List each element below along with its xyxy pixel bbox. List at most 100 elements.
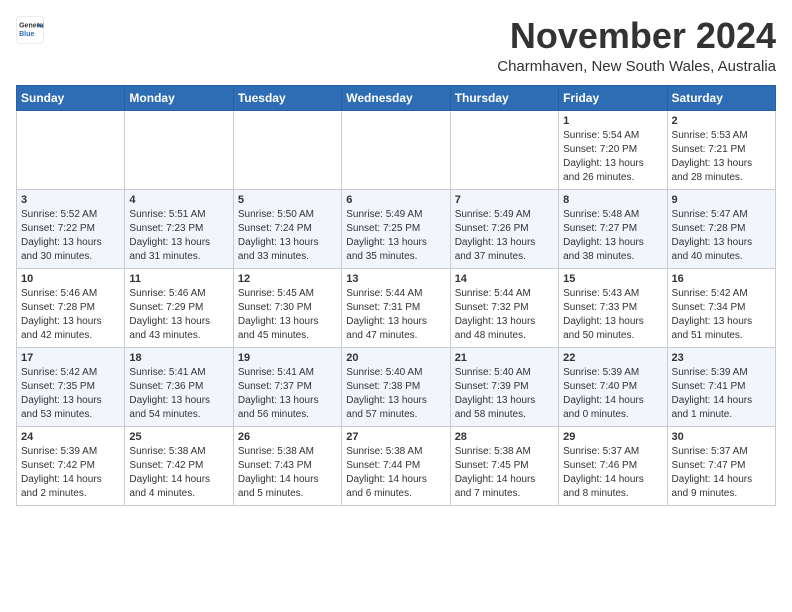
day-info: Sunrise: 5:46 AMSunset: 7:29 PMDaylight:… xyxy=(129,287,228,343)
day-number: 7 xyxy=(455,194,554,206)
day-info: Sunrise: 5:37 AMSunset: 7:47 PMDaylight:… xyxy=(672,445,771,501)
calendar-cell: 30 Sunrise: 5:37 AMSunset: 7:47 PMDayligh… xyxy=(667,426,775,505)
calendar-cell: 24 Sunrise: 5:39 AMSunset: 7:42 PMDayligh… xyxy=(17,426,125,505)
day-number: 15 xyxy=(563,273,662,285)
day-info: Sunrise: 5:41 AMSunset: 7:36 PMDaylight:… xyxy=(129,366,228,422)
page-header: General Blue November 2024 Charmhaven, N… xyxy=(16,16,776,75)
day-info: Sunrise: 5:39 AMSunset: 7:40 PMDaylight:… xyxy=(563,366,662,422)
week-row-3: 10 Sunrise: 5:46 AMSunset: 7:28 PMDayligh… xyxy=(17,268,776,347)
day-number: 26 xyxy=(238,431,337,443)
day-number: 13 xyxy=(346,273,445,285)
day-number: 9 xyxy=(672,194,771,206)
day-number: 6 xyxy=(346,194,445,206)
day-info: Sunrise: 5:38 AMSunset: 7:44 PMDaylight:… xyxy=(346,445,445,501)
day-number: 24 xyxy=(21,431,120,443)
day-number: 30 xyxy=(672,431,771,443)
day-number: 29 xyxy=(563,431,662,443)
day-info: Sunrise: 5:53 AMSunset: 7:21 PMDaylight:… xyxy=(672,129,771,185)
calendar-cell xyxy=(342,110,450,189)
calendar-cell: 4 Sunrise: 5:51 AMSunset: 7:23 PMDaylight… xyxy=(125,189,233,268)
calendar-cell xyxy=(450,110,558,189)
calendar-cell: 1 Sunrise: 5:54 AMSunset: 7:20 PMDaylight… xyxy=(559,110,667,189)
day-number: 1 xyxy=(563,115,662,127)
day-number: 5 xyxy=(238,194,337,206)
day-number: 28 xyxy=(455,431,554,443)
day-number: 3 xyxy=(21,194,120,206)
day-number: 23 xyxy=(672,352,771,364)
day-info: Sunrise: 5:42 AMSunset: 7:34 PMDaylight:… xyxy=(672,287,771,343)
calendar-cell: 10 Sunrise: 5:46 AMSunset: 7:28 PMDayligh… xyxy=(17,268,125,347)
day-info: Sunrise: 5:51 AMSunset: 7:23 PMDaylight:… xyxy=(129,208,228,264)
day-info: Sunrise: 5:45 AMSunset: 7:30 PMDaylight:… xyxy=(238,287,337,343)
calendar-cell: 11 Sunrise: 5:46 AMSunset: 7:29 PMDayligh… xyxy=(125,268,233,347)
day-info: Sunrise: 5:37 AMSunset: 7:46 PMDaylight:… xyxy=(563,445,662,501)
logo-icon: General Blue xyxy=(16,16,44,44)
calendar-cell: 7 Sunrise: 5:49 AMSunset: 7:26 PMDaylight… xyxy=(450,189,558,268)
day-number: 8 xyxy=(563,194,662,206)
col-header-friday: Friday xyxy=(559,85,667,110)
day-info: Sunrise: 5:38 AMSunset: 7:42 PMDaylight:… xyxy=(129,445,228,501)
calendar-cell: 15 Sunrise: 5:43 AMSunset: 7:33 PMDayligh… xyxy=(559,268,667,347)
day-number: 4 xyxy=(129,194,228,206)
calendar-cell: 29 Sunrise: 5:37 AMSunset: 7:46 PMDayligh… xyxy=(559,426,667,505)
calendar-cell: 22 Sunrise: 5:39 AMSunset: 7:40 PMDayligh… xyxy=(559,347,667,426)
calendar-cell: 8 Sunrise: 5:48 AMSunset: 7:27 PMDaylight… xyxy=(559,189,667,268)
day-number: 10 xyxy=(21,273,120,285)
day-info: Sunrise: 5:39 AMSunset: 7:42 PMDaylight:… xyxy=(21,445,120,501)
day-info: Sunrise: 5:42 AMSunset: 7:35 PMDaylight:… xyxy=(21,366,120,422)
calendar-cell: 28 Sunrise: 5:38 AMSunset: 7:45 PMDayligh… xyxy=(450,426,558,505)
calendar-cell: 14Sunrise: 5:44 AMSunset: 7:32 PMDayligh… xyxy=(450,268,558,347)
col-header-wednesday: Wednesday xyxy=(342,85,450,110)
calendar-cell: 23 Sunrise: 5:39 AMSunset: 7:41 PMDayligh… xyxy=(667,347,775,426)
day-info: Sunrise: 5:39 AMSunset: 7:41 PMDaylight:… xyxy=(672,366,771,422)
week-row-4: 17 Sunrise: 5:42 AMSunset: 7:35 PMDayligh… xyxy=(17,347,776,426)
calendar-header-row: SundayMondayTuesdayWednesdayThursdayFrid… xyxy=(17,85,776,110)
day-number: 20 xyxy=(346,352,445,364)
subtitle: Charmhaven, New South Wales, Australia xyxy=(497,58,776,75)
day-number: 11 xyxy=(129,273,228,285)
day-info: Sunrise: 5:46 AMSunset: 7:28 PMDaylight:… xyxy=(21,287,120,343)
col-header-sunday: Sunday xyxy=(17,85,125,110)
day-number: 16 xyxy=(672,273,771,285)
day-info: Sunrise: 5:38 AMSunset: 7:45 PMDaylight:… xyxy=(455,445,554,501)
day-number: 22 xyxy=(563,352,662,364)
calendar-cell: 16 Sunrise: 5:42 AMSunset: 7:34 PMDayligh… xyxy=(667,268,775,347)
day-info: Sunrise: 5:52 AMSunset: 7:22 PMDaylight:… xyxy=(21,208,120,264)
calendar-cell: 2Sunrise: 5:53 AMSunset: 7:21 PMDaylight… xyxy=(667,110,775,189)
calendar-cell xyxy=(17,110,125,189)
day-info: Sunrise: 5:40 AMSunset: 7:38 PMDaylight:… xyxy=(346,366,445,422)
calendar-cell: 26Sunrise: 5:38 AMSunset: 7:43 PMDayligh… xyxy=(233,426,341,505)
week-row-1: 1 Sunrise: 5:54 AMSunset: 7:20 PMDaylight… xyxy=(17,110,776,189)
day-info: Sunrise: 5:54 AMSunset: 7:20 PMDaylight:… xyxy=(563,129,662,185)
day-info: Sunrise: 5:43 AMSunset: 7:33 PMDaylight:… xyxy=(563,287,662,343)
calendar-cell: 25 Sunrise: 5:38 AMSunset: 7:42 PMDayligh… xyxy=(125,426,233,505)
calendar-cell: 20 Sunrise: 5:40 AMSunset: 7:38 PMDayligh… xyxy=(342,347,450,426)
calendar-cell: 17 Sunrise: 5:42 AMSunset: 7:35 PMDayligh… xyxy=(17,347,125,426)
calendar-cell xyxy=(233,110,341,189)
calendar-cell: 21Sunrise: 5:40 AMSunset: 7:39 PMDayligh… xyxy=(450,347,558,426)
col-header-tuesday: Tuesday xyxy=(233,85,341,110)
calendar-cell: 13 Sunrise: 5:44 AMSunset: 7:31 PMDayligh… xyxy=(342,268,450,347)
month-title: November 2024 xyxy=(497,16,776,56)
day-number: 27 xyxy=(346,431,445,443)
calendar-cell: 12 Sunrise: 5:45 AMSunset: 7:30 PMDayligh… xyxy=(233,268,341,347)
logo: General Blue xyxy=(16,16,44,44)
day-number: 14 xyxy=(455,273,554,285)
day-info: Sunrise: 5:49 AMSunset: 7:26 PMDaylight:… xyxy=(455,208,554,264)
day-number: 21 xyxy=(455,352,554,364)
col-header-saturday: Saturday xyxy=(667,85,775,110)
week-row-5: 24 Sunrise: 5:39 AMSunset: 7:42 PMDayligh… xyxy=(17,426,776,505)
day-info: Sunrise: 5:47 AMSunset: 7:28 PMDaylight:… xyxy=(672,208,771,264)
day-info: Sunrise: 5:49 AMSunset: 7:25 PMDaylight:… xyxy=(346,208,445,264)
day-info: Sunrise: 5:44 AMSunset: 7:31 PMDaylight:… xyxy=(346,287,445,343)
calendar-cell: 18Sunrise: 5:41 AMSunset: 7:36 PMDayligh… xyxy=(125,347,233,426)
day-number: 19 xyxy=(238,352,337,364)
calendar-cell: 6 Sunrise: 5:49 AMSunset: 7:25 PMDaylight… xyxy=(342,189,450,268)
calendar-cell: 27 Sunrise: 5:38 AMSunset: 7:44 PMDayligh… xyxy=(342,426,450,505)
day-number: 25 xyxy=(129,431,228,443)
day-number: 17 xyxy=(21,352,120,364)
day-info: Sunrise: 5:41 AMSunset: 7:37 PMDaylight:… xyxy=(238,366,337,422)
day-info: Sunrise: 5:48 AMSunset: 7:27 PMDaylight:… xyxy=(563,208,662,264)
week-row-2: 3 Sunrise: 5:52 AMSunset: 7:22 PMDaylight… xyxy=(17,189,776,268)
day-number: 12 xyxy=(238,273,337,285)
